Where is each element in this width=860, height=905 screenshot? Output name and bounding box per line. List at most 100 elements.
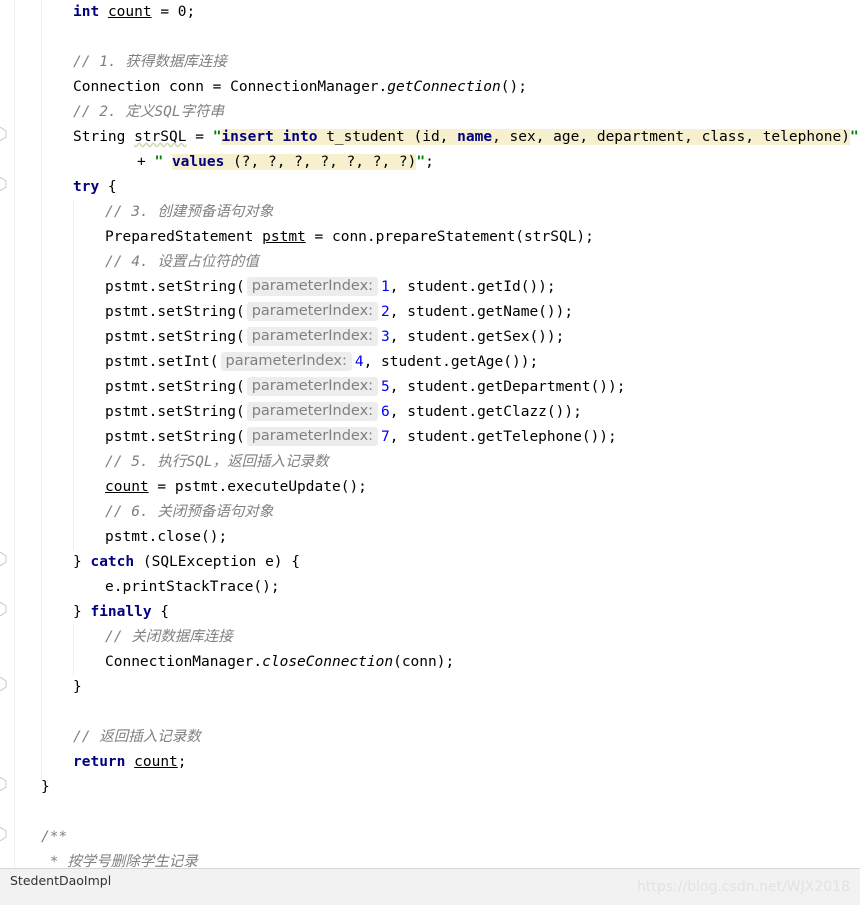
code-text: (conn); [393,654,455,670]
parameter-hint: parameterIndex: [246,377,379,396]
code-line[interactable]: Connection conn = ConnectionManager.getC… [73,75,527,100]
code-line[interactable]: pstmt.setString(parameterIndex: 5, studen… [105,375,625,400]
code-line[interactable]: pstmt.close(); [105,525,227,550]
code-text: , student.getId()); [389,279,556,295]
file-breadcrumb[interactable]: StedentDaoImpl [10,873,111,888]
code-line[interactable]: } finally { [73,600,169,625]
editor-gutter [0,0,15,868]
number-literal: 2 [381,304,390,320]
code-line[interactable]: pstmt.setString(parameterIndex: 3, studen… [105,325,564,350]
static-method: getConnection [387,79,501,95]
sql-keyword: values [171,154,225,170]
keyword: int [73,4,100,20]
code-line[interactable]: pstmt.setString(parameterIndex: 7, studen… [105,425,617,450]
fold-marker-icon[interactable] [0,602,8,616]
fold-marker-icon[interactable] [0,827,8,841]
code-text: pstmt.setString( [105,304,245,320]
code-text: pstmt.setString( [105,404,245,420]
code-line[interactable]: count = pstmt.executeUpdate(); [105,475,367,500]
code-comment[interactable]: // 5. 执行SQL，返回插入记录数 [105,450,329,475]
code-editor[interactable]: int count = 0; // 1. 获得数据库连接 Connection … [0,0,860,868]
code-text: ; [425,154,434,170]
variable: count [107,4,152,20]
code-text: (); [500,79,527,95]
code-comment[interactable]: // 3. 创建预备语句对象 [105,200,273,225]
editor-status-bar: StedentDaoImpl https://blog.csdn.net/WJX… [0,868,860,905]
code-comment[interactable]: // 2. 定义SQL字符串 [73,100,224,125]
number-literal: 5 [381,379,390,395]
code-comment[interactable]: // 1. 获得数据库连接 [73,50,227,75]
code-text: = pstmt.executeUpdate(); [148,479,367,495]
code-line[interactable]: try { [73,175,117,200]
code-line[interactable]: } catch (SQLException e) { [73,550,300,575]
code-line[interactable]: pstmt.setString(parameterIndex: 6, studen… [105,400,582,425]
code-line[interactable]: int count = 0; [73,0,195,25]
code-line[interactable]: pstmt.setString(parameterIndex: 1, studen… [105,275,556,300]
code-text: + [137,154,155,170]
sql-keyword: insert into [221,129,318,145]
code-text: Connection conn = ConnectionManager. [73,79,388,95]
sql-text: (?, ?, ?, ?, ?, ?, ?) [224,154,417,170]
indent-guide [73,625,74,675]
number-literal: 4 [354,354,364,370]
code-comment[interactable]: * 按学号删除学生记录 [41,850,198,868]
fold-marker-icon[interactable] [0,677,8,691]
fold-marker-icon[interactable] [0,777,8,791]
string-quote: " [850,129,859,145]
number-literal: 7 [381,429,390,445]
variable: count [134,754,178,770]
code-text: ; [177,754,187,770]
code-text: = 0; [151,4,196,20]
code-text: { [151,604,170,620]
code-line[interactable]: return count; [73,750,187,775]
code-text: String [73,129,135,145]
keyword: catch [90,554,135,570]
code-line[interactable]: ConnectionManager.closeConnection(conn); [105,650,454,675]
number-literal: 1 [381,279,390,295]
parameter-hint: parameterIndex: [246,277,379,296]
parameter-hint: parameterIndex: [246,327,379,346]
sql-text: , sex, age, department, class, telephone… [492,129,850,145]
parameter-hint: parameterIndex: [220,352,352,371]
code-text: pstmt.setString( [105,379,245,395]
code-comment[interactable]: // 6. 关闭预备语句对象 [105,500,273,525]
code-line[interactable]: PreparedStatement pstmt = conn.prepareSt… [105,225,594,250]
static-method: closeConnection [262,654,394,670]
code-line[interactable]: pstmt.setInt(parameterIndex: 4, student.g… [105,350,538,375]
variable: count [105,479,149,495]
code-comment[interactable]: // 返回插入记录数 [73,725,201,750]
code-text: , student.getAge()); [363,354,539,370]
code-line[interactable]: e.printStackTrace(); [105,575,280,600]
code-comment[interactable]: /** [41,825,67,850]
code-text: pstmt.setString( [105,429,245,445]
sql-fragment: values (?, ?, ?, ?, ?, ?, ?) [171,154,417,170]
code-text: , student.getClazz()); [389,404,582,420]
keyword: try [73,179,100,195]
code-line[interactable]: pstmt.setString(parameterIndex: 2, studen… [105,300,573,325]
code-line[interactable]: + " values (?, ?, ?, ?, ?, ?, ?)"; [137,150,434,175]
code-text: PreparedStatement [105,229,263,245]
sql-fragment: insert into t_student (id, name, sex, ag… [221,129,850,145]
watermark: https://blog.csdn.net/WJX2018 [637,879,850,895]
code-comment[interactable]: // 关闭数据库连接 [105,625,233,650]
fold-marker-icon[interactable] [0,177,8,191]
code-text: , student.getSex()); [389,329,565,345]
code-text: pstmt.setString( [105,279,245,295]
variable: pstmt [262,229,306,245]
indent-guide [41,0,42,780]
code-text: ConnectionManager. [105,654,263,670]
fold-marker-icon[interactable] [0,552,8,566]
code-text: pstmt.setInt( [105,354,219,370]
number-literal: 6 [381,404,390,420]
keyword: return [73,754,126,770]
variable: strSQL [134,129,187,145]
code-line[interactable]: } [73,675,82,700]
sql-text: t_student (id, [317,129,458,145]
code-text: } [73,554,91,570]
code-text: } [73,604,91,620]
code-text: pstmt.setString( [105,329,245,345]
code-line[interactable]: String strSQL = "insert into t_student (… [73,125,859,150]
code-comment[interactable]: // 4. 设置占位符的值 [105,250,259,275]
code-line[interactable]: } [41,775,50,800]
fold-marker-icon[interactable] [0,127,8,141]
